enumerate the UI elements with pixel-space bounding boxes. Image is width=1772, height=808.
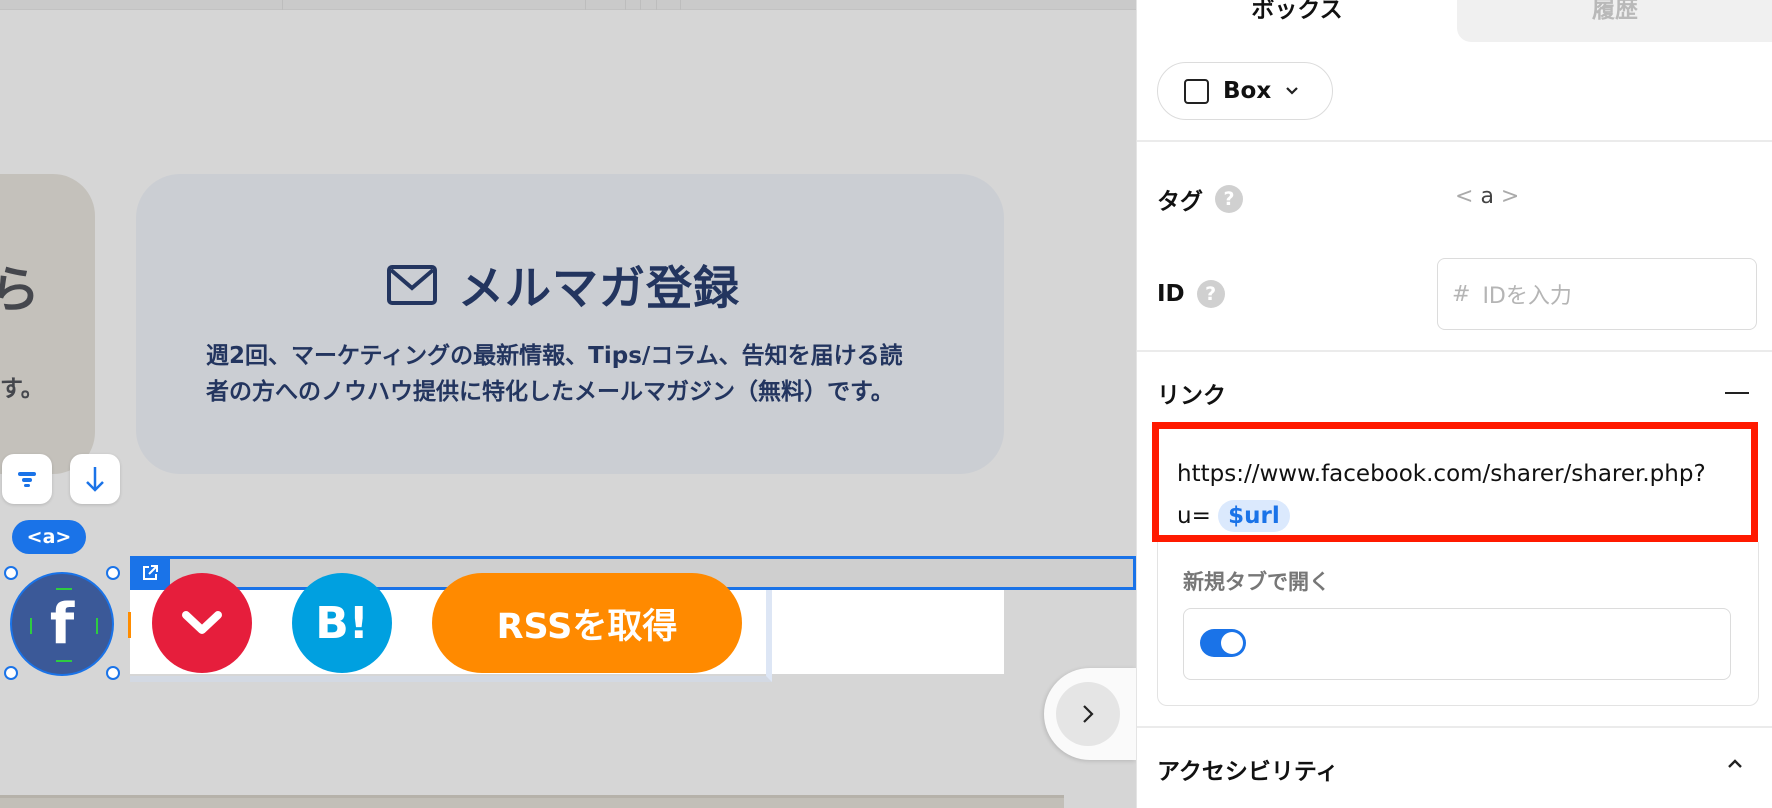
new-tab-label: 新規タブで開く xyxy=(1183,570,1330,594)
id-placeholder: IDを入力 xyxy=(1482,284,1572,309)
chevron-down-icon xyxy=(1286,87,1298,95)
rss-button[interactable]: RSSを取得 xyxy=(432,573,742,673)
resize-handle-top-left[interactable] xyxy=(4,566,18,580)
divider xyxy=(1137,140,1772,142)
left-card-glyph: ら xyxy=(0,261,40,319)
newsletter-title: メルマガ登録 xyxy=(458,261,740,315)
tag-value[interactable]: < a > xyxy=(1455,184,1519,209)
tab-box[interactable]: ボックス xyxy=(1137,0,1457,42)
divider xyxy=(1137,726,1772,728)
pocket-share-button[interactable] xyxy=(152,573,252,673)
next-button[interactable] xyxy=(1044,668,1136,760)
hatena-bookmark-button[interactable]: B! xyxy=(292,573,392,673)
newsletter-desc-line: 者の方へのノウハウ提供に特化したメールマガジン（無料）です。 xyxy=(206,379,894,405)
id-label: ID xyxy=(1157,281,1185,307)
align-center-icon xyxy=(18,472,36,487)
element-type-label: Box xyxy=(1223,78,1272,104)
resize-handle-top-right[interactable] xyxy=(106,566,120,580)
box-icon xyxy=(1184,78,1209,104)
guide-line xyxy=(30,618,32,634)
align-button[interactable] xyxy=(2,454,52,504)
element-type-select[interactable]: Box xyxy=(1157,62,1333,120)
toggle-knob xyxy=(1221,632,1243,654)
element-tag-badge[interactable]: <a> xyxy=(12,520,86,554)
newsletter-card: メルマガ登録 週2回、マーケティングの最新情報、Tips/コラム、告知を届ける読… xyxy=(136,174,1004,474)
chevron-right-icon xyxy=(1083,705,1094,723)
newsletter-description: 週2回、マーケティングの最新情報、Tips/コラム、告知を届ける読 者の方へのノ… xyxy=(206,338,946,410)
url-variable-chip[interactable]: $url xyxy=(1218,500,1290,532)
left-card-text: す。 xyxy=(0,376,44,402)
chevron-up-icon[interactable] xyxy=(1727,758,1743,770)
divider xyxy=(1137,350,1772,352)
new-tab-toggle[interactable] xyxy=(1200,629,1246,657)
mail-icon xyxy=(387,265,437,305)
insertion-marker xyxy=(128,612,131,638)
guide-line xyxy=(96,618,98,634)
help-icon[interactable]: ? xyxy=(1215,185,1243,213)
facebook-share-button[interactable]: f xyxy=(10,572,114,676)
guide-line xyxy=(56,660,72,662)
open-link-button[interactable] xyxy=(130,556,170,590)
collapse-icon[interactable] xyxy=(1725,392,1749,394)
editor-canvas[interactable]: ら す。 メルマガ登録 週2回、マーケティングの最新情報、Tips/コラム、告知… xyxy=(0,0,1136,808)
external-link-icon xyxy=(143,565,158,580)
bottom-section-edge xyxy=(0,795,1064,808)
newsletter-heading: メルマガ登録 xyxy=(386,252,740,318)
id-input[interactable]: # IDを入力 xyxy=(1437,258,1757,330)
link-url-line2: u= $url xyxy=(1177,495,1751,537)
next-button-circle xyxy=(1056,682,1120,746)
left-card: ら す。 xyxy=(0,174,95,474)
properties-panel: ボックス 履歴 Box タグ ? < a > ID ? # IDを入力 リンク … xyxy=(1136,0,1772,808)
link-url-line: https://www.facebook.com/sharer/sharer.p… xyxy=(1177,461,1706,487)
tab-history[interactable]: 履歴 xyxy=(1457,0,1772,42)
move-down-button[interactable] xyxy=(70,454,120,504)
new-tab-field xyxy=(1183,608,1731,680)
hash-icon: # xyxy=(1452,281,1471,307)
resize-handle-bottom-left[interactable] xyxy=(4,666,18,680)
arrow-down-icon xyxy=(86,467,104,492)
help-icon[interactable]: ? xyxy=(1196,280,1225,308)
tag-value-text: a xyxy=(1480,184,1494,209)
tag-label: タグ xyxy=(1157,189,1203,215)
link-url-field[interactable]: https://www.facebook.com/sharer/sharer.p… xyxy=(1152,422,1758,542)
guide-line xyxy=(56,588,72,590)
newsletter-desc-line: 週2回、マーケティングの最新情報、Tips/コラム、告知を届ける読 xyxy=(206,343,903,369)
link-url-param: u= xyxy=(1177,503,1211,529)
pocket-chevron-icon xyxy=(182,611,222,634)
resize-handle-bottom-right[interactable] xyxy=(106,666,120,680)
tag-field-label: タグ ? xyxy=(1157,182,1243,216)
link-section-title: リンク xyxy=(1157,383,1226,409)
accessibility-section-title[interactable]: アクセシビリティ xyxy=(1157,752,1338,786)
top-ruler xyxy=(0,0,1136,10)
id-field-label: ID ? xyxy=(1157,280,1225,308)
